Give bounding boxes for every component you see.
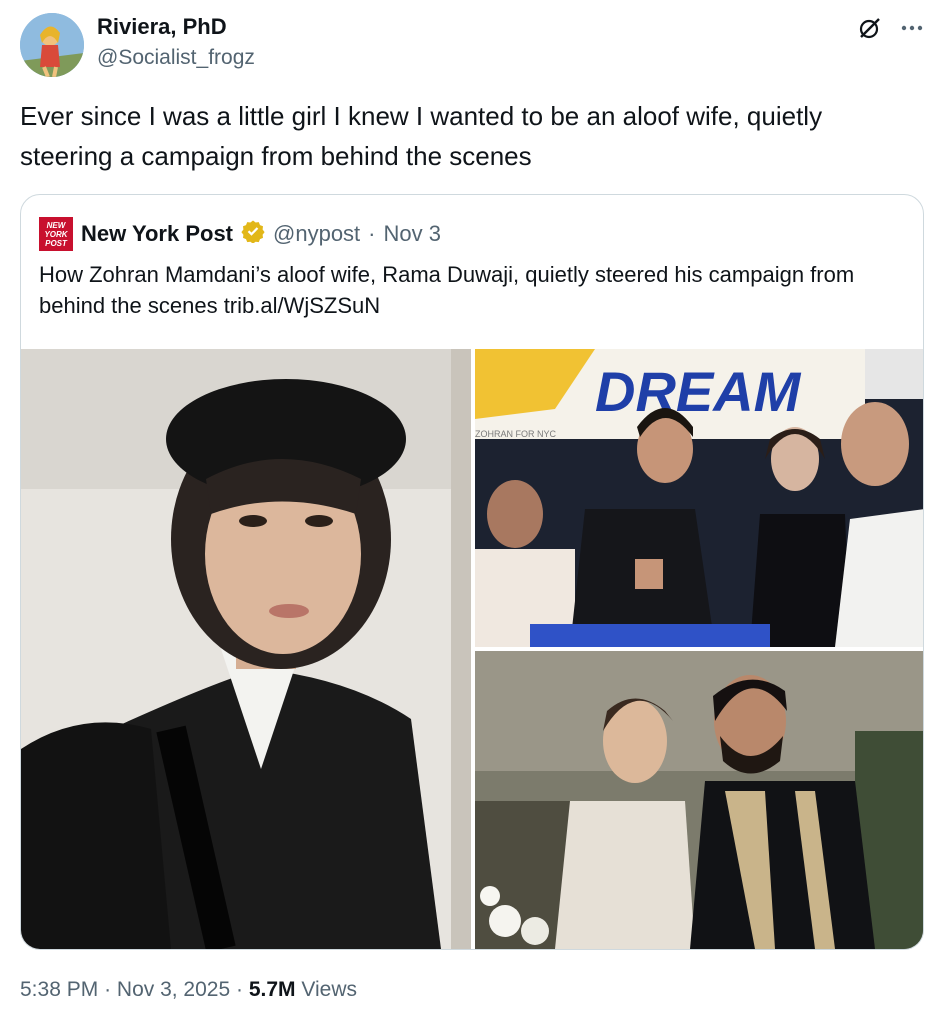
grok-icon[interactable] — [856, 14, 884, 42]
views-label: Views — [301, 978, 358, 1001]
portrait-photo[interactable] — [21, 349, 471, 949]
author-name[interactable]: Riviera, PhD — [97, 14, 227, 40]
banner-text: DREAM — [595, 360, 802, 423]
tweet-text: Ever since I was a little girl I knew I … — [20, 101, 823, 171]
meta-separator: · — [104, 978, 112, 1001]
top-actions — [856, 14, 926, 42]
quoted-media-grid: DREAM ZOHRAN FOR NYC — [21, 349, 923, 949]
quoted-header: NEW YORK POST New York Post @nypost · Nov … — [39, 217, 441, 251]
tweet-time[interactable]: 5:38 PM — [20, 978, 98, 1001]
views-count[interactable]: 5.7M — [249, 978, 296, 1001]
quoted-text: How Zohran Mamdani’s aloof wife, Rama Du… — [39, 262, 855, 318]
author-handle[interactable]: @Socialist_frogz — [97, 46, 255, 70]
rally-photo[interactable]: DREAM ZOHRAN FOR NYC — [475, 349, 923, 647]
quoted-author-name[interactable]: New York Post — [81, 221, 233, 247]
banner-small-text: ZOHRAN FOR NYC — [475, 429, 557, 439]
tweet-meta: 5:38 PM · Nov 3, 2025 · 5.7M Views — [20, 978, 357, 1002]
couple-photo[interactable] — [475, 651, 923, 949]
quoted-date[interactable]: Nov 3 — [384, 221, 441, 247]
quoted-handle[interactable]: @nypost — [273, 221, 360, 247]
nypost-logo[interactable]: NEW YORK POST — [39, 217, 73, 251]
quoted-separator: · — [368, 221, 376, 246]
tweet-date[interactable]: Nov 3, 2025 — [117, 978, 230, 1001]
avatar[interactable] — [20, 13, 84, 77]
quoted-tweet[interactable]: NEW YORK POST New York Post @nypost · Nov … — [20, 194, 924, 950]
verified-badge-icon — [241, 219, 265, 249]
meta-separator: · — [236, 978, 243, 1001]
more-icon[interactable] — [898, 14, 926, 42]
